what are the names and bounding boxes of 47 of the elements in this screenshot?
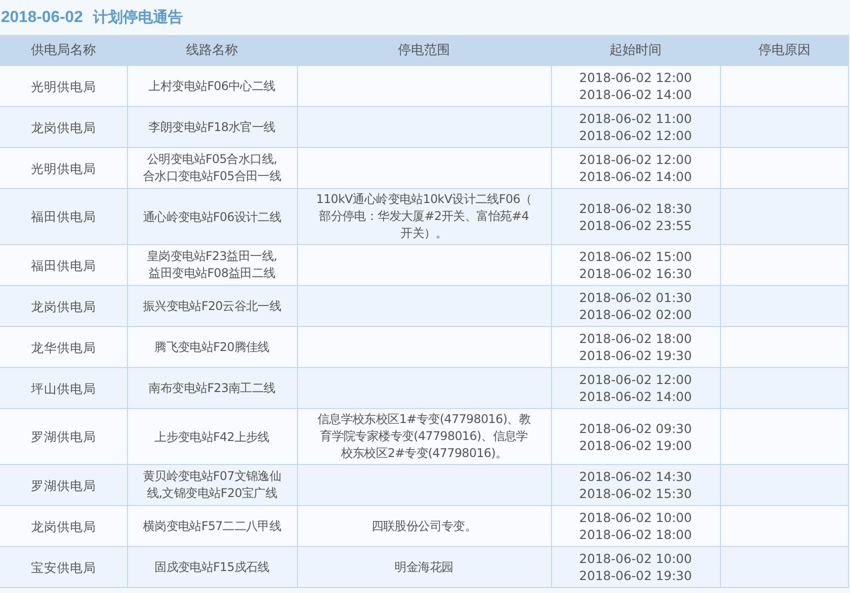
table-cell: 2018-06-02 12:00 2018-06-02 14:00 bbox=[579, 69, 692, 103]
table-cell: 2018-06-02 01:30 2018-06-02 02:00 bbox=[579, 289, 692, 323]
table-cell: 罗湖供电局 bbox=[30, 476, 96, 494]
table-cell: 龙华供电局 bbox=[30, 338, 96, 356]
table-cell: 龙岗供电局 bbox=[30, 518, 96, 534]
table-cell: 光明供电局 bbox=[30, 160, 96, 176]
table-cell: 龙岗供电局 bbox=[30, 118, 96, 136]
table-cell: 2018-06-02 10:00 2018-06-02 18:00 bbox=[579, 509, 692, 543]
column-header: 停电范围 bbox=[297, 35, 551, 66]
table-cell: 振兴变电站F20云谷北一线 bbox=[142, 298, 282, 315]
table-cell: 黄贝岭变电站F07文锦逸仙 线,文锦变电站F20宝广线 bbox=[142, 468, 282, 502]
table-cell: 李朗变电站F18水官一线 bbox=[148, 119, 276, 136]
column-header: 起始时间 bbox=[551, 35, 720, 66]
table-cell: 腾飞变电站F20腾佳线 bbox=[154, 339, 270, 356]
table-cell: 信息学校东校区1#专变(47798016)、教 育学院专家楼专变(47798016)、信息学 校东校区2#专变(47798016)。 bbox=[317, 411, 531, 462]
table-cell: 皇岗变电站F23益田一线, 益田变电站F08益田二线 bbox=[146, 248, 278, 282]
table-cell: 2018-06-02 12:00 2018-06-02 14:00 bbox=[579, 151, 692, 185]
table-cell: 上村变电站F06中心二线 bbox=[148, 78, 276, 95]
column-header: 停电原因 bbox=[720, 35, 848, 66]
table-cell: 坪山供电局 bbox=[30, 380, 96, 396]
notice-date: 2018-06-02 bbox=[1, 8, 83, 26]
table-cell: 2018-06-02 14:30 2018-06-02 15:30 bbox=[579, 468, 692, 502]
table-cell: 2018-06-02 15:00 2018-06-02 16:30 bbox=[579, 248, 692, 282]
table-cell: 福田供电局 bbox=[30, 256, 96, 274]
notice-title: 计划停电通告 bbox=[92, 8, 183, 27]
table-cell: 2018-06-02 10:00 2018-06-02 19:30 bbox=[579, 550, 692, 584]
table-cell: 明金海花园 bbox=[394, 559, 454, 576]
table-cell: 2018-06-02 12:00 2018-06-02 14:00 bbox=[579, 371, 692, 405]
table-cell: 上步变电站F42上步线 bbox=[154, 428, 270, 446]
table-cell: 2018-06-02 09:30 2018-06-02 19:00 bbox=[579, 420, 692, 454]
table-cell: 2018-06-02 18:30 2018-06-02 23:55 bbox=[579, 200, 692, 234]
table-cell: 固戍变电站F15戍石线 bbox=[154, 559, 270, 576]
table-cell: 南布变电站F23南工二线 bbox=[148, 380, 276, 397]
table-cell: 2018-06-02 11:00 2018-06-02 12:00 bbox=[579, 110, 692, 144]
table-cell: 龙岗供电局 bbox=[30, 298, 96, 314]
table-cell: 福田供电局 bbox=[30, 208, 96, 225]
table-cell: 罗湖供电局 bbox=[30, 428, 96, 445]
column-header: 线路名称 bbox=[127, 35, 297, 66]
table-cell: 公明变电站F05合水口线, 合水口变电站F05合田一线 bbox=[142, 151, 282, 185]
table-cell: 光明供电局 bbox=[30, 78, 96, 94]
table-cell: 宝安供电局 bbox=[30, 558, 96, 576]
table-cell: 通心岭变电站F06设计二线 bbox=[142, 208, 282, 226]
table-cell: 四联股份公司专变。 bbox=[371, 518, 477, 535]
table-cell: 横岗变电站F57二二八甲线 bbox=[142, 518, 282, 535]
table-cell: 2018-06-02 18:00 2018-06-02 19:30 bbox=[579, 330, 692, 364]
table-cell: 110kV通心岭变电站10kV设计二线F06（ 部分停电：华发大厦#2开关、富怡苑#4 开关）。 bbox=[316, 191, 532, 242]
column-header: 供电局名称 bbox=[0, 35, 127, 66]
